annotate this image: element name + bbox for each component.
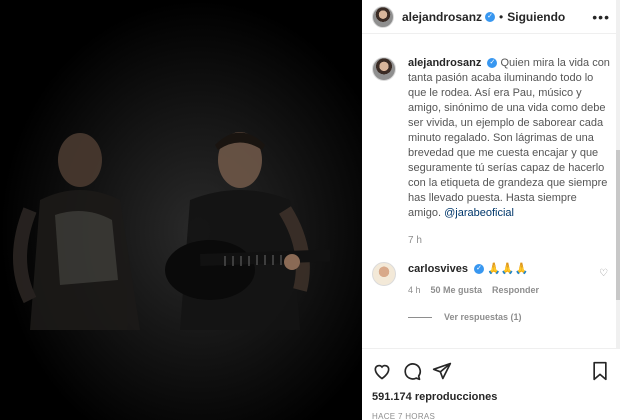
views-count[interactable]: 591.174 reproducciones [372, 391, 610, 403]
scrollbar[interactable] [616, 0, 620, 348]
mention-link[interactable]: @jarabeoficial [444, 207, 514, 219]
caption-body: alejandrosanz ✓ Quien mira la vida con t… [408, 56, 610, 248]
post-panel: alejandrosanz ✓ • Siguiendo ••• alejandr… [362, 0, 620, 420]
verified-icon: ✓ [474, 264, 484, 275]
comment-avatar[interactable] [372, 262, 396, 286]
scrollbar-thumb[interactable] [616, 150, 620, 300]
caption-avatar[interactable] [372, 57, 396, 81]
post-header: alejandrosanz ✓ • Siguiendo ••• [362, 0, 620, 34]
comment-likes[interactable]: 50 Me gusta [431, 283, 483, 298]
caption: alejandrosanz ✓ Quien mira la vida con t… [372, 56, 610, 248]
reply-button[interactable]: Responder [492, 283, 539, 298]
comment: carlosvives ✓ 🙏🙏🙏 4 h 50 Me gusta Respon… [372, 262, 610, 298]
comment-body: carlosvives ✓ 🙏🙏🙏 4 h 50 Me gusta Respon… [408, 262, 539, 298]
comment-time[interactable]: 4 h [408, 283, 421, 298]
comment-text: 🙏🙏🙏 [487, 263, 529, 275]
like-comment-icon[interactable]: ♡ [599, 268, 608, 279]
header-username[interactable]: alejandrosanz [402, 10, 482, 24]
video-frame [0, 0, 362, 420]
avatar[interactable] [372, 5, 394, 28]
post-time[interactable]: HACE 7 HORAS [372, 412, 610, 420]
actions-bar: 591.174 reproducciones HACE 7 HORAS [362, 348, 620, 420]
replies-line [408, 316, 432, 318]
heart-icon[interactable] [372, 361, 392, 381]
comments-section: alejandrosanz ✓ Quien mira la vida con t… [362, 34, 620, 322]
separator: • [499, 9, 504, 24]
video-player[interactable] [0, 0, 362, 420]
caption-username[interactable]: alejandrosanz [408, 57, 481, 69]
comment-username[interactable]: carlosvives [408, 263, 468, 275]
bookmark-icon[interactable] [590, 361, 610, 381]
share-icon[interactable] [432, 361, 452, 381]
more-options-icon[interactable]: ••• [592, 9, 610, 25]
action-icons [372, 359, 610, 383]
view-replies-label: Ver respuestas (1) [444, 312, 522, 322]
comment-meta: 4 h 50 Me gusta Responder [408, 283, 539, 298]
verified-icon: ✓ [485, 11, 496, 22]
view-replies-button[interactable]: Ver respuestas (1) [408, 312, 610, 322]
verified-icon: ✓ [487, 58, 498, 69]
caption-text: Quien mira la vida con tanta pasión acab… [408, 57, 610, 219]
comment-icon[interactable] [402, 361, 422, 381]
following-button[interactable]: Siguiendo [507, 10, 565, 24]
caption-time[interactable]: 7 h [408, 233, 610, 248]
